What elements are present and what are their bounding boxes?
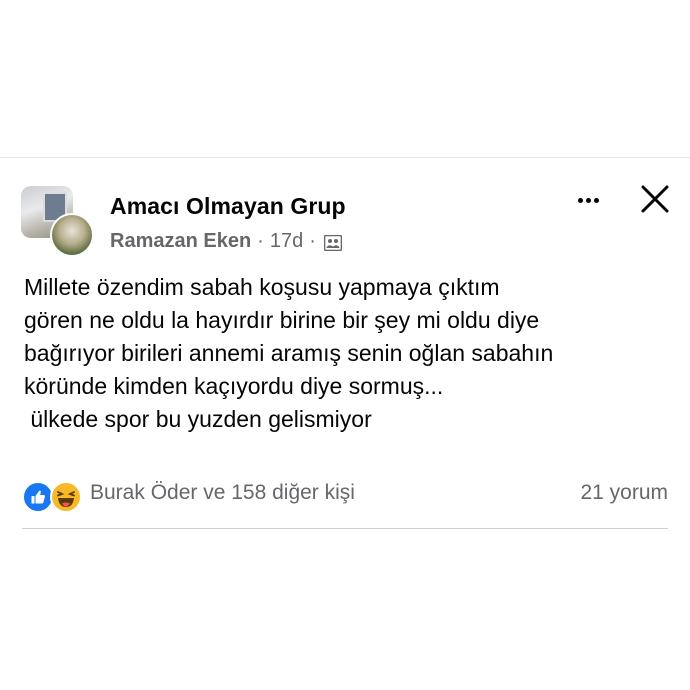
close-icon[interactable]: [639, 183, 671, 215]
meta-separator: ·: [257, 230, 264, 252]
author-name-link[interactable]: Ramazan Eken: [110, 230, 251, 253]
author-avatar[interactable]: [50, 213, 94, 257]
post-body: Millete özendim sabah koşusu yapmaya çık…: [24, 271, 674, 436]
group-privacy-icon[interactable]: [323, 234, 343, 251]
post-header: Amacı Olmayan Grup Ramazan Eken · 17d ·: [21, 183, 671, 263]
haha-reaction-icon: [50, 481, 82, 513]
post-text-line: gören ne oldu la hayırdır birine bir şey…: [24, 307, 540, 333]
reaction-icons[interactable]: [22, 479, 86, 513]
meta-separator: ·: [309, 230, 316, 252]
more-options-icon[interactable]: [571, 185, 605, 215]
post-text-line: bağırıyor birileri annemi aramış senin o…: [24, 340, 554, 366]
post-text-line: ülkede spor bu yuzden gelismiyor: [24, 406, 372, 432]
comments-count-link[interactable]: 21 yorum: [580, 481, 668, 505]
reactions-bar: Burak Öder ve 158 diğer kişi 21 yorum: [22, 476, 668, 513]
post-text-line: köründe kimden kaçıyordu diye sormuş...: [24, 373, 444, 399]
group-name-link[interactable]: Amacı Olmayan Grup: [110, 193, 346, 220]
top-divider: [0, 157, 690, 158]
post-meta: Ramazan Eken · 17d ·: [110, 230, 343, 253]
post-timestamp[interactable]: 17d: [270, 230, 303, 253]
bottom-divider: [22, 528, 668, 529]
post-text-line: Millete özendim sabah koşusu yapmaya çık…: [24, 274, 500, 300]
reactions-summary[interactable]: Burak Öder ve 158 diğer kişi: [90, 481, 355, 505]
